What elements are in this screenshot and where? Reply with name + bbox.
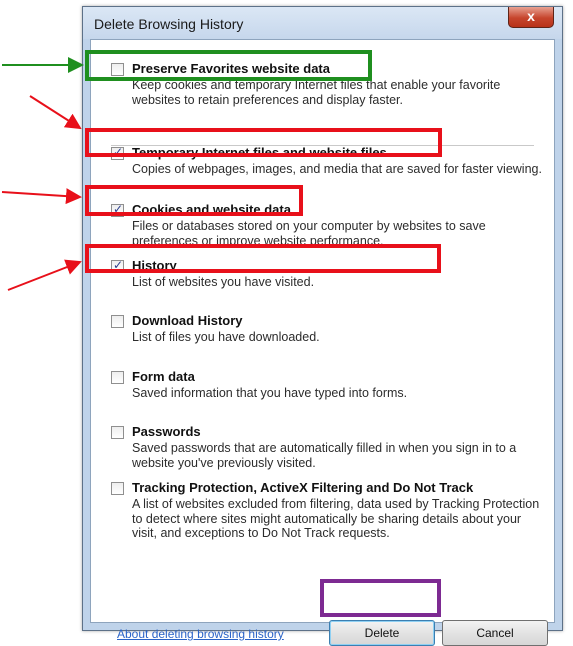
red-arrow-temporary-files [29, 95, 82, 130]
red-arrow-cookies [1, 188, 82, 205]
annotation-arrows [1, 57, 84, 291]
red-arrow-history [7, 259, 82, 291]
